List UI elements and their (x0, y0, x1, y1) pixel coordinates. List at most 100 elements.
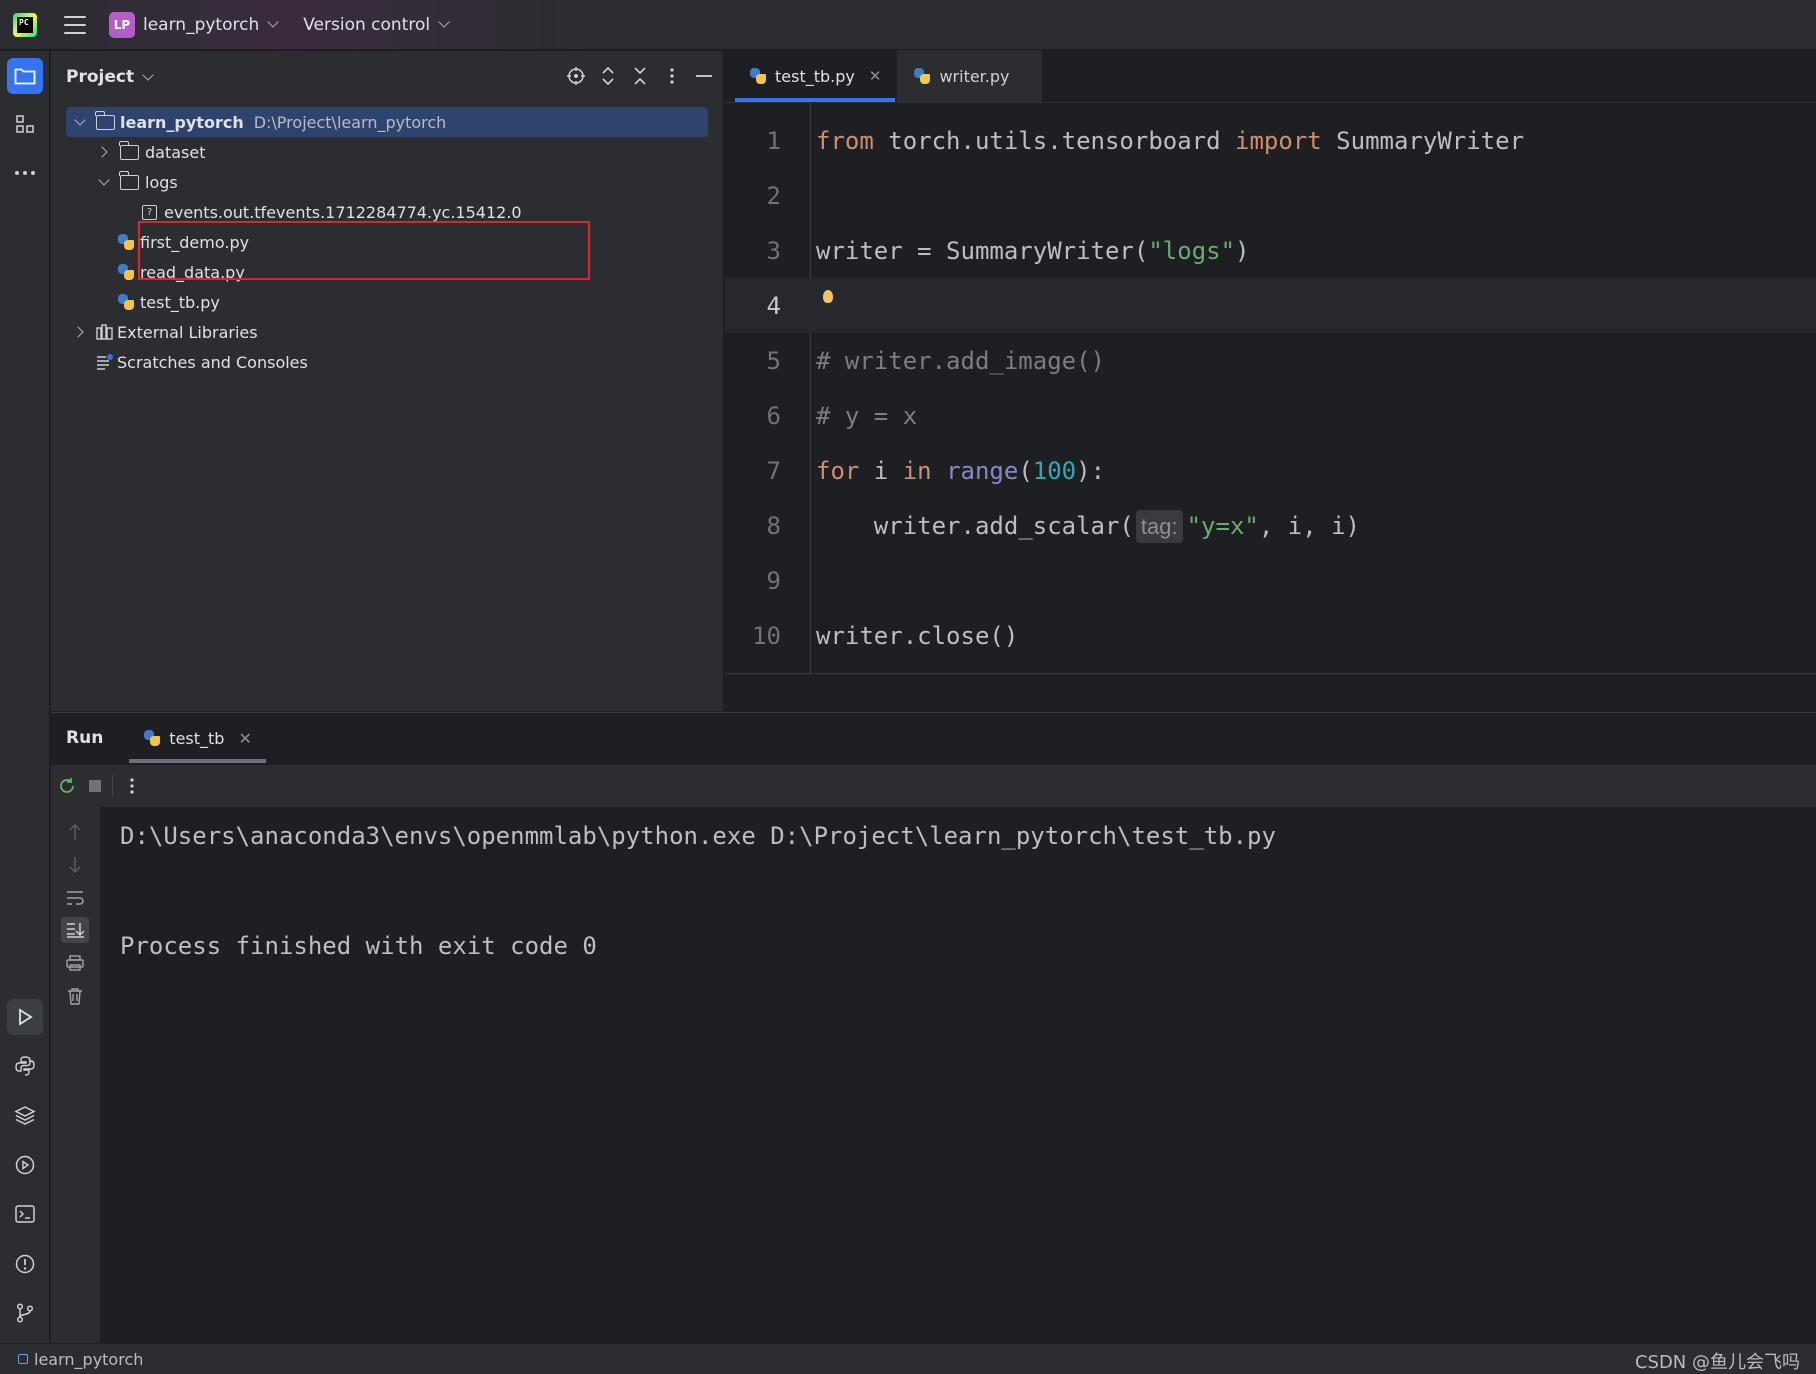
project-switcher[interactable]: learn_pytorch (143, 14, 279, 35)
project-name: learn_pytorch (143, 14, 260, 35)
code-line[interactable]: 10 writer.close() (725, 608, 1816, 663)
run-panel: Run test_tb ✕ D:\Users\anaconda3\envs\op… (51, 712, 1816, 1344)
main-menu-icon[interactable] (64, 15, 86, 34)
tree-item-label: External Libraries (117, 322, 258, 342)
editor-tabs: test_tb.py ✕ writer.py (725, 50, 1816, 103)
print-icon[interactable] (61, 950, 89, 976)
console-line: Process finished with exit code 0 (120, 932, 597, 960)
code-text: from torch.utils.tensorboard import Summ… (816, 126, 1525, 155)
scroll-up-icon[interactable] (61, 819, 89, 845)
toolbar-divider (112, 775, 113, 797)
tool-window-bar (0, 51, 50, 1343)
line-number: 10 (752, 621, 781, 650)
run-side-toolbar (51, 807, 100, 1344)
line-number: 7 (766, 456, 781, 485)
tab-test-tb-py[interactable]: test_tb.py ✕ (733, 50, 897, 102)
run-icon (19, 1008, 33, 1026)
folder-icon (119, 140, 139, 160)
code-area[interactable]: 1 from torch.utils.tensorboard import Su… (725, 103, 1816, 673)
code-line[interactable]: 2 (725, 168, 1816, 223)
code-line[interactable]: 9 (725, 553, 1816, 608)
code-line[interactable]: 5 # writer.add_image() (725, 333, 1816, 388)
folder-icon (119, 170, 139, 190)
run-tool-button[interactable] (7, 999, 43, 1035)
scratches-icon (97, 354, 113, 370)
highlight-annotation-box (138, 221, 590, 280)
close-icon[interactable]: ✕ (869, 67, 882, 85)
tree-item-dataset[interactable]: dataset (66, 137, 708, 167)
version-control-label: Version control (303, 14, 431, 35)
python-file-icon (143, 729, 161, 747)
structure-tool-button[interactable] (7, 106, 43, 142)
project-badge[interactable]: LP (109, 11, 135, 38)
hide-panel-icon[interactable] (693, 65, 715, 87)
project-panel-title: Project (66, 67, 135, 87)
code-line[interactable]: 6 # y = x (725, 388, 1816, 443)
code-line[interactable]: 1 from torch.utils.tensorboard import Su… (725, 113, 1816, 168)
lightbulb-icon[interactable] (823, 290, 833, 303)
title-bar: PC LP learn_pytorch Version control (0, 0, 1816, 50)
more-icon (15, 171, 35, 175)
code-line[interactable]: 11 (725, 663, 1816, 673)
console-line: D:\Users\anaconda3\envs\openmmlab\python… (120, 822, 1276, 850)
run-tab-label: test_tb (169, 728, 225, 748)
line-number: 9 (766, 566, 781, 595)
problems-button[interactable] (7, 1246, 43, 1282)
ide-window: PC LP learn_pytorch Version control Proj… (0, 0, 1816, 1374)
status-project[interactable]: learn_pytorch (18, 1350, 143, 1369)
pycharm-logo-icon[interactable]: PC (13, 12, 37, 37)
watermark: CSDN @鱼儿会飞吗 (1634, 1352, 1800, 1373)
tree-item-label: learn_pytorch (120, 112, 244, 132)
rerun-icon[interactable] (56, 775, 78, 797)
tab-writer-py[interactable]: writer.py (897, 50, 1043, 102)
more-tools-button[interactable] (7, 155, 43, 191)
python-console-button[interactable] (7, 1048, 43, 1084)
library-icon (96, 324, 113, 340)
folder-icon (95, 110, 115, 130)
chevron-down-icon (98, 174, 110, 186)
code-text: writer = SummaryWriter("logs") (816, 236, 1250, 265)
code-line[interactable]: 3 writer = SummaryWriter("logs") (725, 223, 1816, 278)
git-branch-icon (16, 1303, 34, 1323)
tree-item-logs[interactable]: logs (66, 167, 708, 197)
code-line[interactable]: 7 for i in range(100): (725, 443, 1816, 498)
collapse-all-icon[interactable] (629, 65, 651, 87)
python-console-icon (15, 1056, 35, 1076)
more-options-icon[interactable] (121, 775, 143, 797)
close-icon[interactable]: ✕ (238, 729, 251, 748)
terminal-icon (15, 1205, 35, 1223)
soft-wrap-icon[interactable] (61, 885, 89, 911)
code-text: writer.add_scalar(tag: "y=x", i, i) (816, 509, 1360, 543)
problems-icon (15, 1254, 35, 1274)
tab-label: writer.py (939, 66, 1010, 86)
services-button[interactable] (7, 1147, 43, 1183)
status-bar: learn_pytorch CSDN @鱼儿会飞吗 (0, 1343, 1816, 1374)
project-tool-button[interactable] (7, 58, 43, 94)
tree-item-learn-pytorch[interactable]: learn_pytorch D:\Project\learn_pytorch (66, 107, 708, 137)
scroll-to-end-icon[interactable] (61, 917, 89, 943)
line-number: 3 (766, 236, 781, 265)
tree-item-label: logs (145, 172, 178, 192)
version-control-menu[interactable]: Version control (303, 14, 450, 35)
run-panel-title: Run (66, 728, 104, 748)
options-icon[interactable] (661, 65, 683, 87)
select-opened-file-icon[interactable] (565, 65, 587, 87)
git-button[interactable] (7, 1295, 43, 1331)
code-line[interactable]: 8 writer.add_scalar(tag: "y=x", i, i) (725, 498, 1816, 553)
run-tab-test-tb[interactable]: test_tb ✕ (129, 713, 266, 763)
stop-icon[interactable] (84, 775, 106, 797)
scroll-down-icon[interactable] (61, 852, 89, 878)
code-line-current[interactable]: 4 (725, 278, 1816, 333)
expand-all-icon[interactable] (597, 65, 619, 87)
chevron-right-icon (96, 146, 108, 158)
terminal-button[interactable] (7, 1196, 43, 1232)
chevron-down-icon (74, 114, 86, 126)
python-packages-button[interactable] (7, 1097, 43, 1133)
tree-item-test-tb[interactable]: test_tb.py (66, 287, 708, 317)
tree-item-scratches[interactable]: Scratches and Consoles (66, 347, 708, 377)
project-icon (18, 1354, 28, 1364)
run-toolbar (51, 765, 1816, 807)
structure-icon (16, 115, 34, 133)
tree-item-external-libraries[interactable]: External Libraries (66, 317, 708, 347)
trash-icon[interactable] (61, 983, 89, 1009)
